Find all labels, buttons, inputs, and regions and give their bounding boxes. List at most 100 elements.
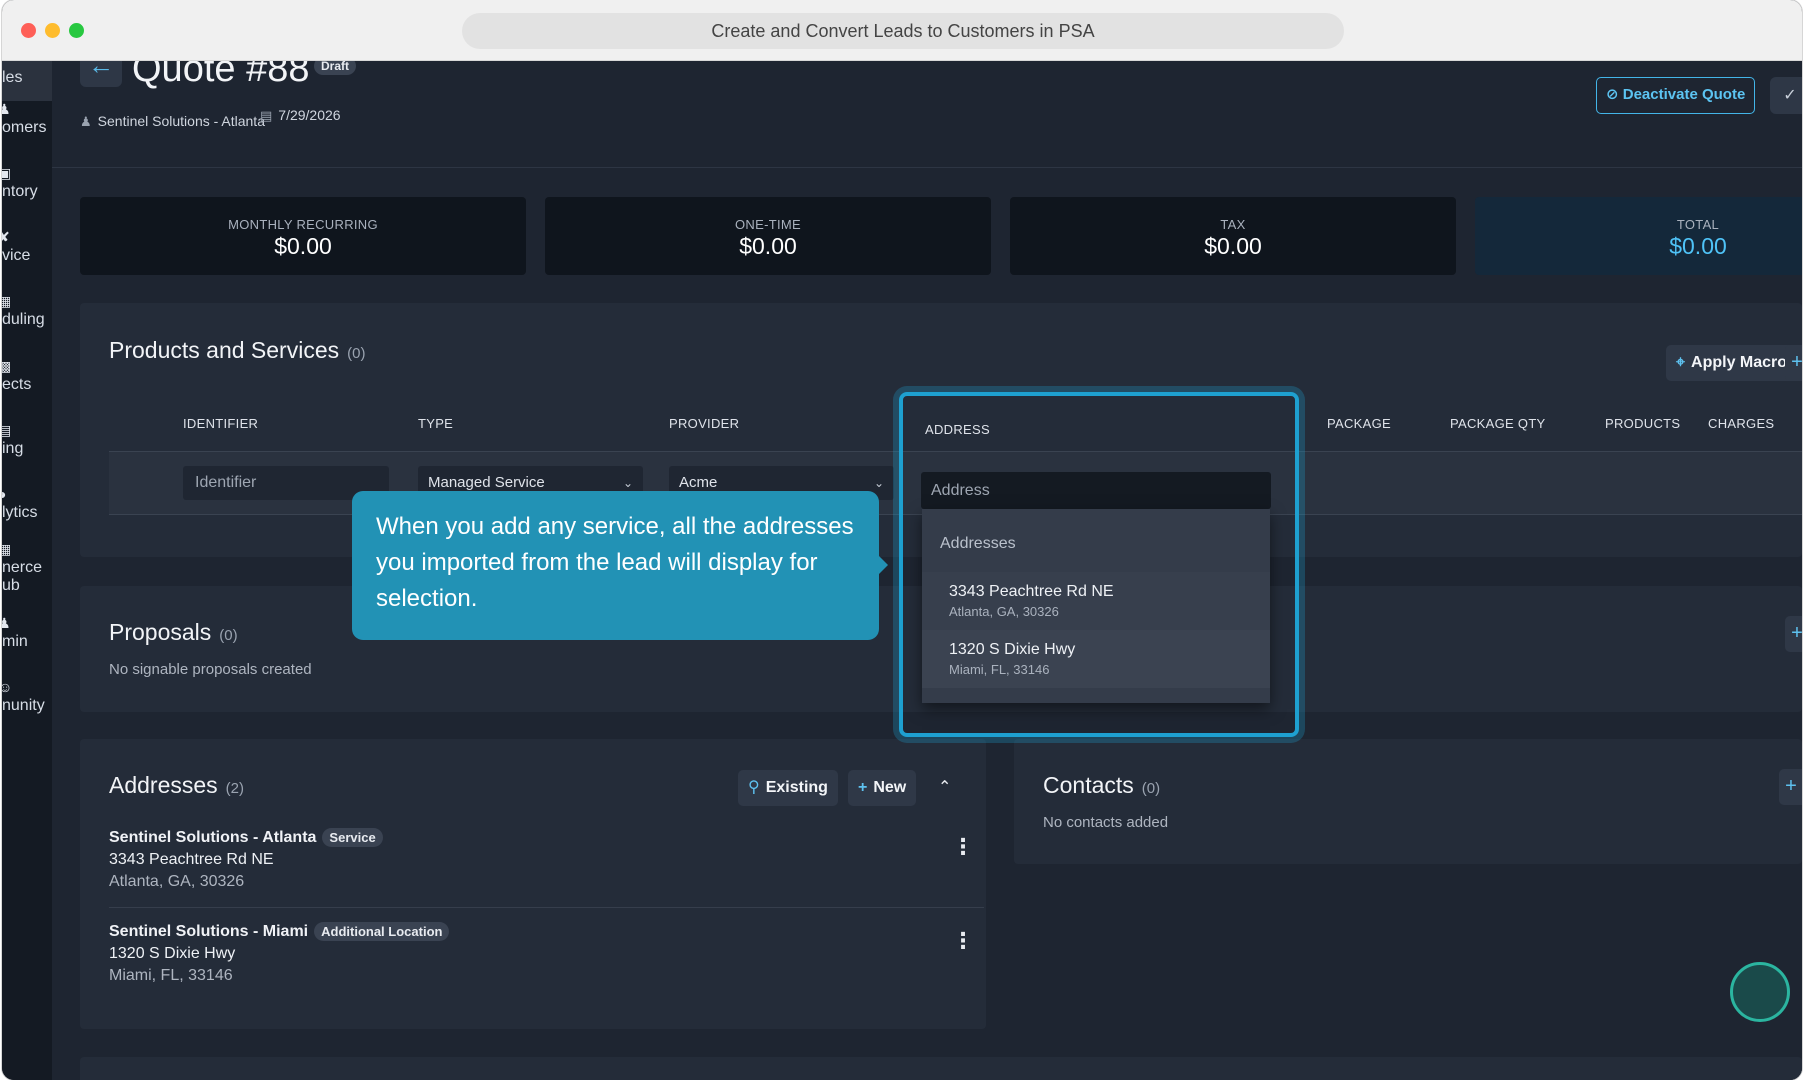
tooltip-arrow xyxy=(879,556,888,574)
close-window-button[interactable] xyxy=(21,23,36,38)
user-admin-icon: ♟ xyxy=(2,615,11,631)
tile-value: $0.00 xyxy=(274,233,332,259)
sidebar-item-inventory[interactable]: ▣ ntory xyxy=(2,165,52,201)
addresses-title: Addresses (2) xyxy=(109,772,244,799)
apply-macro-button[interactable]: ⌖ Apply Macro xyxy=(1666,345,1798,381)
more-options-icon[interactable]: ⋮ xyxy=(952,928,974,954)
wrench-icon: ✘ xyxy=(2,229,10,245)
grid-icon: ▩ xyxy=(2,358,12,374)
sidebar-item-label-line2: ub xyxy=(2,577,20,594)
sidebar-item-scheduling[interactable]: ▦ duling xyxy=(2,293,52,329)
address-type-badge: Additional Location xyxy=(314,922,450,941)
page-title-bar[interactable]: Create and Convert Leads to Customers in… xyxy=(462,13,1344,49)
deactivate-quote-button[interactable]: ⊘ Deactivate Quote xyxy=(1596,77,1756,114)
address-select-input[interactable]: Address xyxy=(921,472,1271,509)
invoice-icon: ▤ xyxy=(2,422,12,438)
more-options-icon[interactable]: ⋮ xyxy=(952,834,974,860)
sidebar-item-admin[interactable]: ♟ min xyxy=(2,615,52,651)
maximize-window-button[interactable] xyxy=(69,23,84,38)
addresses-card: Addresses (2) ⚲ Existing + New ⌃ Sentinel S… xyxy=(80,739,986,1029)
ban-icon: ⊘ xyxy=(1606,86,1619,103)
dropdown-header: Addresses xyxy=(940,535,1016,552)
list-item: Sentinel Solutions - Atlanta Service 3343… xyxy=(109,828,383,891)
address-option[interactable]: 1320 S Dixie Hwy Miami, FL, 33146 xyxy=(922,630,1270,688)
contacts-title: Contacts (0) xyxy=(1043,772,1160,799)
next-section-card xyxy=(80,1057,1802,1080)
approve-button[interactable]: ✓ xyxy=(1770,77,1802,114)
column-header-package-qty: PACKAGE QTY xyxy=(1450,416,1546,431)
sidebar-item-commerce-hub[interactable]: ▦ nerce ub xyxy=(2,541,52,595)
card-count: (0) xyxy=(347,345,366,362)
sidebar-item-label: min xyxy=(2,633,28,650)
sidebar-item-label: ing xyxy=(2,440,24,457)
sidebar-item-label: les xyxy=(2,69,23,86)
type-select-value: Managed Service xyxy=(428,474,545,491)
address-dropdown: Addresses 3343 Peachtree Rd NE Atlanta, … xyxy=(922,509,1270,703)
box-icon: ▣ xyxy=(2,165,12,181)
column-header-charges: CHARGES xyxy=(1708,416,1775,431)
contacts-card: Contacts (0) No contacts added + xyxy=(1014,739,1802,864)
existing-address-button[interactable]: ⚲ Existing xyxy=(738,770,838,806)
address-name: Sentinel Solutions - Miami xyxy=(109,923,309,940)
add-proposal-button[interactable]: + xyxy=(1785,616,1802,652)
card-count: (0) xyxy=(219,627,238,644)
sidebar-item-billing[interactable]: ▤ ing xyxy=(2,422,52,458)
minimize-window-button[interactable] xyxy=(45,23,60,38)
column-header-provider: PROVIDER xyxy=(669,416,740,431)
tile-value: $0.00 xyxy=(1204,233,1262,259)
contacts-empty-text: No contacts added xyxy=(1043,814,1169,831)
quote-company-name: Sentinel Solutions - Atlanta xyxy=(97,113,265,129)
pie-icon: ◕ xyxy=(2,486,7,502)
address-street: 1320 S Dixie Hwy xyxy=(109,945,236,962)
quote-date: ▤ 7/29/2026 xyxy=(260,107,341,124)
sidebar-item-sales[interactable]: les xyxy=(2,61,52,101)
deactivate-quote-label: Deactivate Quote xyxy=(1622,86,1746,103)
sidebar: les ♟ omers ▣ ntory ✘ vice ▦ duling ▩ ec… xyxy=(2,61,52,1080)
one-time-tile: ONE-TIME $0.00 xyxy=(545,197,991,275)
person-icon: ♟ xyxy=(80,114,92,129)
tax-tile: TAX $0.00 xyxy=(1010,197,1456,275)
arrow-left-icon: ← xyxy=(88,61,114,80)
address-option-street: 3343 Peachtree Rd NE xyxy=(949,583,1114,600)
proposals-empty-text: No signable proposals created xyxy=(109,661,312,678)
new-label: New xyxy=(873,779,907,796)
proposals-title: Proposals (0) xyxy=(109,619,238,646)
card-title-text: Products and Services xyxy=(109,337,340,363)
address-option[interactable]: 3343 Peachtree Rd NE Atlanta, GA, 30326 xyxy=(922,572,1270,630)
page-title: Quote #88 xyxy=(132,61,310,90)
new-address-button[interactable]: + New xyxy=(848,770,917,806)
column-header-address: ADDRESS xyxy=(925,422,990,437)
sidebar-item-service[interactable]: ✘ vice xyxy=(2,229,52,265)
calendar-icon: ▦ xyxy=(2,293,12,309)
column-header-package: PACKAGE xyxy=(1327,416,1391,431)
sidebar-item-label: nunity xyxy=(2,697,45,714)
sidebar-item-analytics[interactable]: ◕ lytics xyxy=(2,486,52,522)
sidebar-item-community[interactable]: ☺ nunity xyxy=(2,679,52,715)
card-count: (0) xyxy=(1141,780,1161,797)
address-option-street: 1320 S Dixie Hwy xyxy=(949,641,1076,658)
list-divider xyxy=(109,907,984,908)
add-product-button[interactable]: + xyxy=(1785,345,1802,381)
back-button[interactable]: ← xyxy=(80,61,122,87)
sidebar-item-projects[interactable]: ▩ ects xyxy=(2,358,52,394)
tile-label: MONTHLY RECURRING xyxy=(228,217,378,232)
card-title-text: Addresses xyxy=(109,772,218,798)
add-contact-button[interactable]: + xyxy=(1779,769,1802,805)
list-item: Sentinel Solutions - Miami Additional Loc… xyxy=(109,922,450,985)
guide-tooltip: When you add any service, all the addres… xyxy=(352,491,879,640)
apply-macro-label: Apply Macro xyxy=(1691,354,1788,371)
sidebar-item-customers[interactable]: ♟ omers xyxy=(2,101,52,137)
address-column-highlight: ADDRESS Address Addresses 3343 Peachtree… xyxy=(899,392,1299,737)
macro-icon: ⌖ xyxy=(1676,354,1686,371)
sidebar-item-label: vice xyxy=(2,247,31,264)
users-icon: ♟ xyxy=(2,101,11,117)
help-widget-button[interactable] xyxy=(1730,962,1790,1022)
map-pin-icon: ⚲ xyxy=(748,779,760,796)
provider-select-value: Acme xyxy=(679,474,718,491)
card-title-text: Proposals xyxy=(109,619,212,645)
check-circle-icon: ✓ xyxy=(1783,87,1797,104)
chevron-up-icon[interactable]: ⌃ xyxy=(938,777,951,797)
column-header-identifier: IDENTIFIER xyxy=(183,416,259,431)
browser-window: Create and Convert Leads to Customers in… xyxy=(2,0,1802,1080)
existing-label: Existing xyxy=(765,779,828,796)
